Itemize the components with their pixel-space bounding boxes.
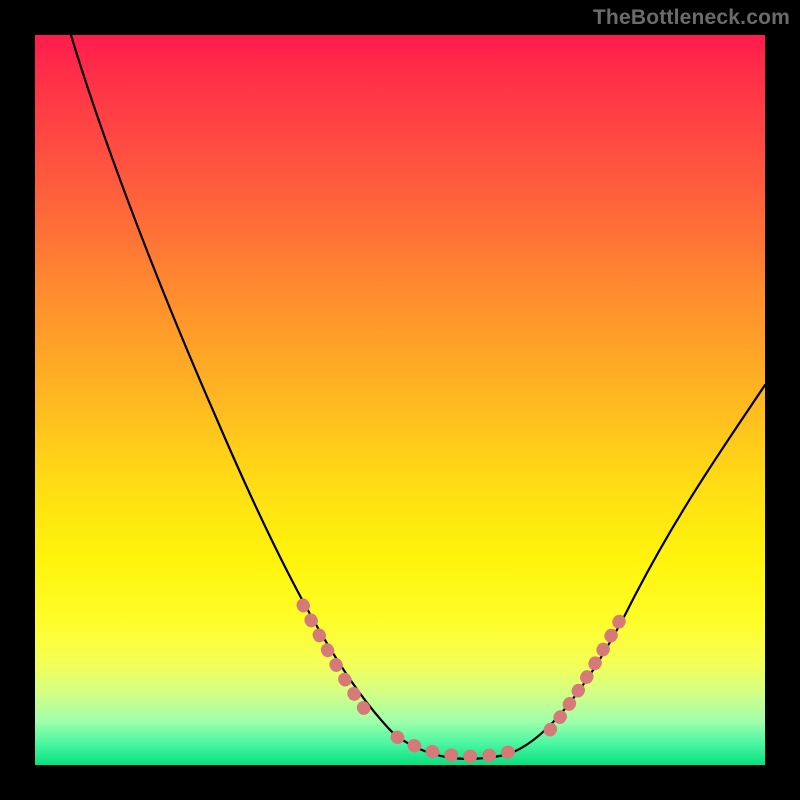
watermark-text: TheBottleneck.com xyxy=(593,6,790,30)
marker-left xyxy=(303,605,370,717)
bottleneck-curve xyxy=(71,35,765,759)
curve-layer xyxy=(35,35,765,765)
marker-valley xyxy=(397,737,513,756)
chart-frame: TheBottleneck.com xyxy=(0,0,800,800)
marker-right xyxy=(550,620,620,730)
plot-area xyxy=(35,35,765,765)
